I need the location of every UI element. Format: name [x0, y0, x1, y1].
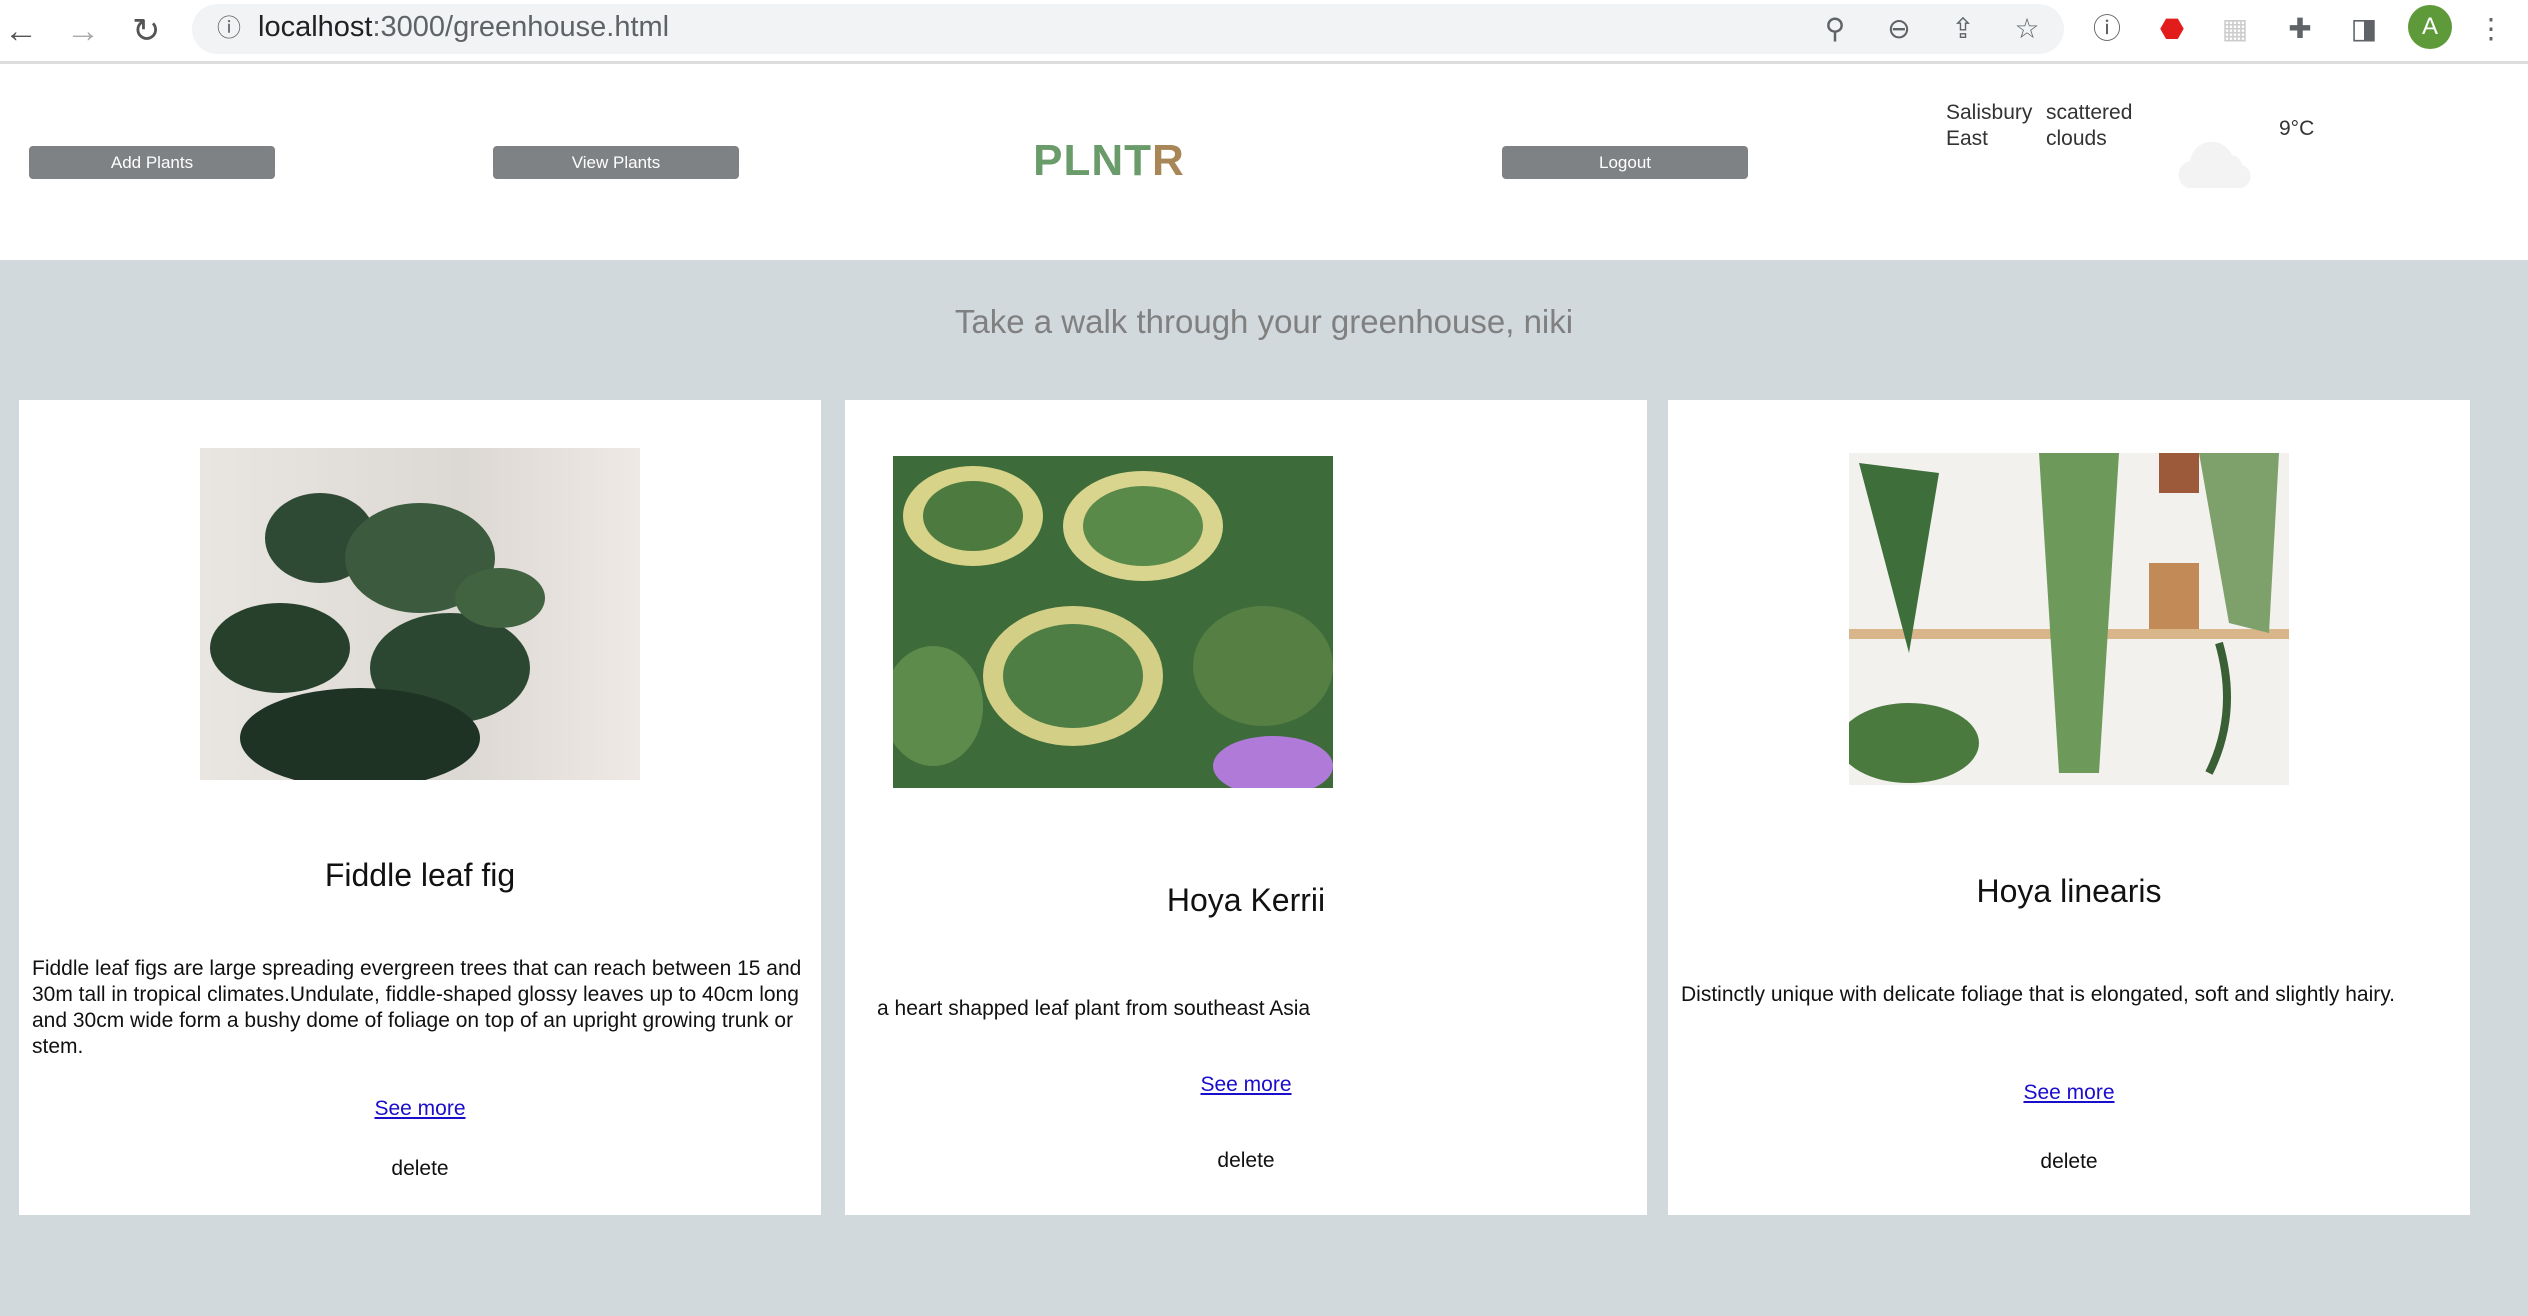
plant-card: Hoya Kerrii a heart shapped leaf plant f…	[845, 400, 1647, 1215]
plant-description: Fiddle leaf figs are large spreading eve…	[32, 957, 802, 1058]
extension-info-icon[interactable]: ⓘ	[2090, 12, 2124, 46]
puzzle-icon[interactable]: ✚	[2283, 12, 2317, 46]
delete-button[interactable]: delete	[19, 1156, 821, 1182]
adblock-icon[interactable]: ⬣	[2155, 12, 2189, 46]
plant-image	[200, 448, 640, 780]
weather-condition: scattered clouds	[2046, 100, 2132, 152]
cloud-icon	[2178, 141, 2251, 188]
plant-card: Hoya linearis Distinctly unique with del…	[1668, 400, 2470, 1215]
location-icon[interactable]: ⚲	[1818, 12, 1852, 46]
url-path: :3000/greenhouse.html	[372, 11, 670, 43]
view-plants-button[interactable]: View Plants	[493, 146, 739, 179]
plant-card: Fiddle leaf fig Fiddle leaf figs are lar…	[19, 400, 821, 1215]
site-header	[0, 64, 2528, 260]
star-icon[interactable]: ☆	[2010, 12, 2044, 46]
share-icon[interactable]: ⇪	[1946, 12, 1980, 46]
see-more-link[interactable]: See more	[2023, 1081, 2114, 1104]
avatar[interactable]: A	[2408, 5, 2452, 49]
logo: PLNTR	[1009, 136, 1209, 186]
plant-description: a heart shapped leaf plant from southeas…	[877, 997, 1311, 1020]
delete-button[interactable]: delete	[845, 1148, 1647, 1174]
delete-button[interactable]: delete	[1668, 1149, 2470, 1175]
reload-icon[interactable]: ↻	[132, 14, 161, 48]
logo-text: PLNT	[1033, 136, 1153, 185]
see-more-link[interactable]: See more	[374, 1097, 465, 1120]
browser-toolbar: ← → ↻ ⓘ localhost:3000/greenhouse.html ⚲…	[0, 0, 2528, 64]
menu-icon[interactable]: ⋮	[2474, 12, 2508, 46]
location-line: East	[1946, 127, 1989, 150]
zoom-icon[interactable]: ⊖	[1882, 12, 1916, 46]
condition-line: clouds	[2046, 127, 2107, 150]
extension-icon[interactable]: ▦	[2218, 12, 2252, 46]
info-icon[interactable]: ⓘ	[212, 12, 246, 46]
weather-location: Salisbury East	[1946, 100, 2032, 152]
url-text[interactable]: localhost:3000/greenhouse.html	[258, 10, 669, 44]
url-host: localhost	[258, 11, 373, 43]
condition-line: scattered	[2046, 101, 2133, 124]
plant-image	[1849, 453, 2289, 785]
back-icon[interactable]: ←	[4, 14, 38, 48]
plant-description: Distinctly unique with delicate foliage …	[1681, 983, 2396, 1006]
sidepanel-icon[interactable]: ◨	[2347, 12, 2381, 46]
plant-name: Hoya Kerrii	[1166, 882, 1326, 918]
plant-name: Fiddle leaf fig	[324, 857, 516, 893]
logout-button[interactable]: Logout	[1502, 146, 1748, 179]
forward-icon[interactable]: →	[66, 14, 100, 48]
logo-text-accent: R	[1152, 136, 1185, 185]
weather-temperature: 9°C	[2279, 117, 2315, 140]
plant-image	[893, 456, 1333, 788]
see-more-link[interactable]: See more	[1200, 1073, 1291, 1096]
greeting-heading: Take a walk through your greenhouse, nik…	[954, 303, 1574, 340]
add-plants-button[interactable]: Add Plants	[29, 146, 275, 179]
location-line: Salisbury	[1946, 101, 2033, 124]
plant-name: Hoya linearis	[1976, 873, 2162, 909]
